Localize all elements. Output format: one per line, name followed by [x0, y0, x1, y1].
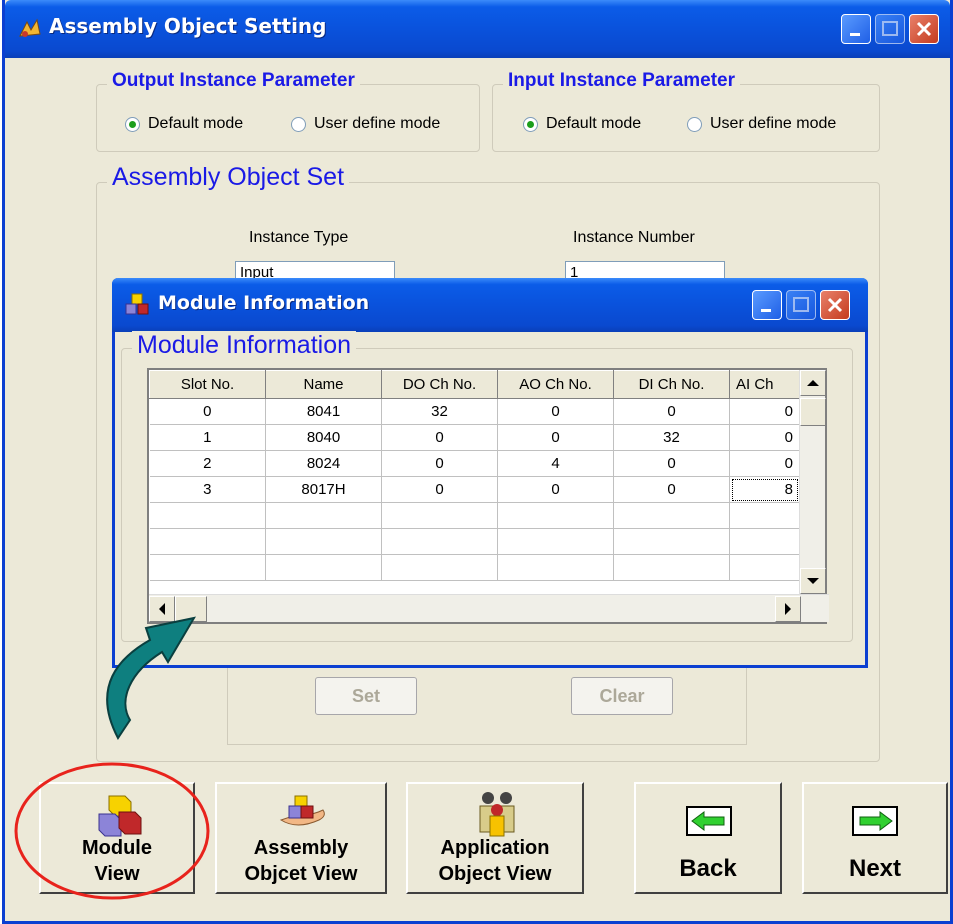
annotation-overlay — [14, 616, 210, 900]
curved-arrow-icon — [106, 616, 197, 740]
highlight-circle — [14, 762, 210, 900]
